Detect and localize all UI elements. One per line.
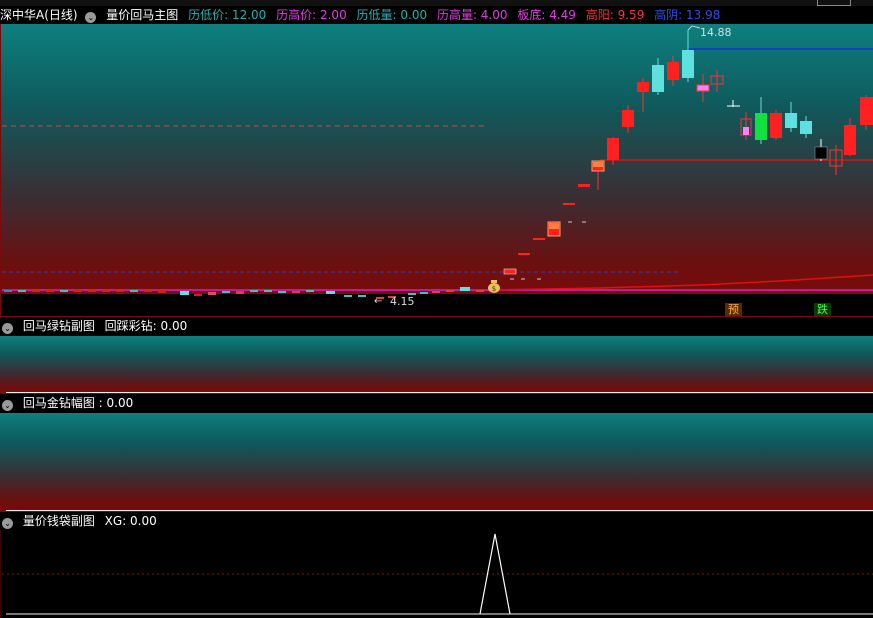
panel4-header: ⌄ 量价钱袋副图 XG: 0.00 <box>0 512 873 530</box>
candlestick-chart: $ <box>2 25 873 299</box>
panel4-title[interactable]: 量价钱袋副图 <box>23 514 95 528</box>
panel4-chart[interactable] <box>0 530 873 618</box>
trend-line-red <box>489 274 873 291</box>
panel2-header: ⌄ 回马绿钻副图 回踩彩钻: 0.00 <box>0 317 873 335</box>
svg-text:$: $ <box>492 285 496 293</box>
signal-fall-badge: 跌 <box>814 303 831 317</box>
panel2-field: 回踩彩钻: 0.00 <box>104 319 188 333</box>
high-price-label: 14.88 <box>700 26 732 39</box>
signal-pre-badge: 预 <box>725 303 742 317</box>
money-bag-icon: $ <box>488 280 500 293</box>
chevron-down-icon[interactable]: ⌄ <box>2 518 13 529</box>
chevron-down-icon[interactable]: ⌄ <box>2 323 13 334</box>
high-marker <box>687 25 701 31</box>
panel3-header: ⌄ 回马金钻幅图 : 0.00 <box>0 394 873 412</box>
low-price-label: 4.15 <box>390 295 415 308</box>
chevron-down-icon[interactable]: ⌄ <box>2 400 13 411</box>
rising-candles <box>503 30 873 280</box>
low-price-arrow: ← <box>374 296 383 307</box>
panel4-field: XG: 0.00 <box>104 514 157 528</box>
panel3-chart-area[interactable] <box>0 413 873 511</box>
panel3-title[interactable]: 回马金钻幅图 : 0.00 <box>23 396 133 410</box>
panel2-title[interactable]: 回马绿钻副图 <box>23 319 95 333</box>
panel2-chart-area[interactable] <box>0 336 873 393</box>
